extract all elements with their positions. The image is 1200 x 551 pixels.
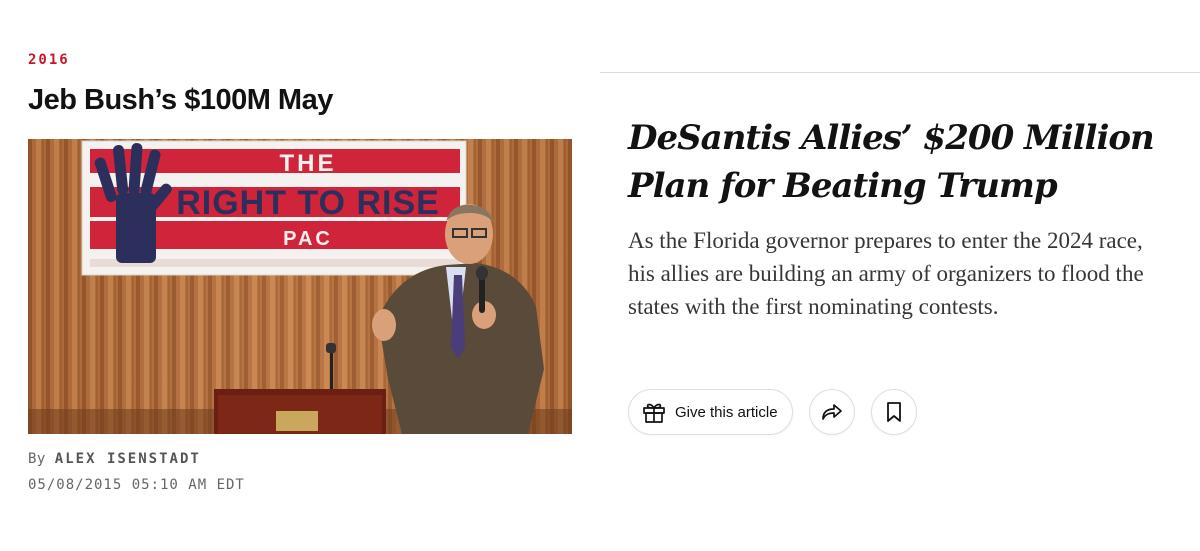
article-title[interactable]: Jeb Bush’s $100M May bbox=[28, 84, 333, 117]
byline: By ALEX ISENSTADT bbox=[28, 451, 201, 467]
section-divider bbox=[600, 72, 1200, 73]
save-button[interactable] bbox=[870, 389, 917, 435]
banner-text-the: THE bbox=[280, 150, 337, 177]
article-summary: As the Florida governor prepares to ente… bbox=[628, 228, 1144, 319]
publish-timestamp: 05/08/2015 05:10 AM EDT bbox=[28, 477, 245, 493]
byline-prefix: By bbox=[28, 451, 46, 467]
section-kicker[interactable]: 2016 bbox=[28, 52, 70, 68]
politico-article-card[interactable]: 2016 Jeb Bush’s $100M May THE RIGHT TO R… bbox=[28, 40, 573, 510]
bookmark-icon bbox=[883, 400, 905, 424]
byline-author[interactable]: ALEX ISENSTADT bbox=[55, 451, 201, 467]
article-actions: Give this article bbox=[628, 389, 917, 435]
give-article-label: Give this article bbox=[675, 403, 778, 421]
article-photo[interactable]: THE RIGHT TO RISE PAC bbox=[28, 139, 572, 434]
pac-banner: THE RIGHT TO RISE PAC bbox=[81, 140, 467, 276]
share-arrow-icon bbox=[819, 399, 845, 425]
give-article-button[interactable]: Give this article bbox=[628, 389, 793, 435]
banner-text-main: RIGHT TO RISE bbox=[176, 184, 440, 222]
article-headline[interactable]: DeSantis Allies’ $200 Million Plan for B… bbox=[628, 114, 1178, 210]
banner-text-pac: PAC bbox=[283, 228, 333, 250]
gift-icon bbox=[641, 399, 667, 425]
share-button[interactable] bbox=[808, 389, 855, 435]
podium bbox=[214, 389, 386, 434]
